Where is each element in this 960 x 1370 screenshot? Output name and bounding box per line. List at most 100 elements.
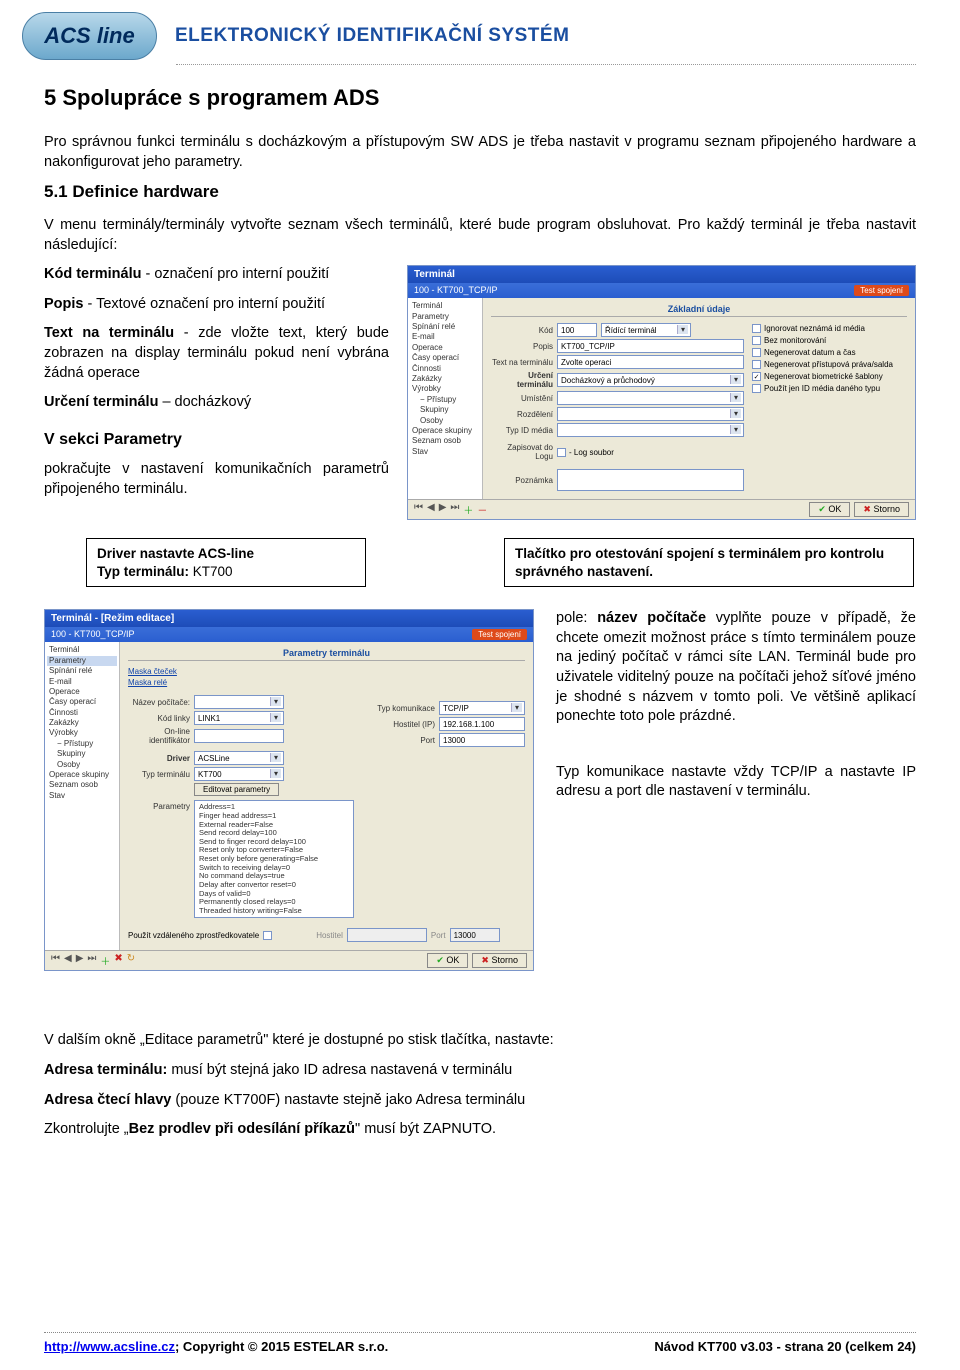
select-typid[interactable]	[557, 423, 744, 437]
checkbox[interactable]	[752, 324, 761, 333]
cancel-button-edit[interactable]: ✖ Storno	[472, 953, 527, 968]
tree-item[interactable]: Operace	[47, 687, 117, 697]
link-maska-rele[interactable]: Maska relé	[128, 678, 355, 687]
lbl-textna: Text na terminálu	[491, 358, 553, 367]
select-urceni[interactable]: Docházkový a průchodový	[557, 373, 744, 387]
tree-item[interactable]: Seznam osob	[410, 436, 480, 446]
nav-prev-icon[interactable]: ◀	[427, 502, 435, 517]
input-port[interactable]: 13000	[439, 733, 525, 747]
tree-item[interactable]: Zakázky	[47, 718, 117, 728]
tree-item[interactable]: Operace	[410, 343, 480, 353]
select-umisteni[interactable]	[557, 391, 744, 405]
nav-first-icon[interactable]: ⏮	[414, 502, 423, 517]
refresh-icon[interactable]: ↻	[127, 953, 135, 968]
tree-item[interactable]: Zakázky	[410, 374, 480, 384]
link-maska-ctecek[interactable]: Maska čteček	[128, 667, 355, 676]
tree-item[interactable]: Operace skupiny	[47, 770, 117, 780]
nav-next-icon[interactable]: ▶	[439, 502, 447, 517]
titlebar-edit[interactable]: Terminál - [Režim editace]	[45, 610, 533, 627]
checkbox-row: Negenerovat datum a čas	[752, 348, 907, 357]
input-popis[interactable]: KT700_TCP/IP	[557, 339, 744, 353]
tree-item[interactable]: Časy operací	[47, 697, 117, 707]
nav-last-icon[interactable]: ⏭	[450, 502, 459, 517]
textarea-parametry[interactable]: Address=1Finger head address=1External r…	[194, 800, 354, 918]
checkbox[interactable]: ✓	[752, 372, 761, 381]
select-kodl[interactable]: LINK1	[194, 711, 284, 725]
select-nazev[interactable]	[194, 695, 284, 709]
input-online[interactable]	[194, 729, 284, 743]
checkbox[interactable]	[752, 336, 761, 345]
tree-item[interactable]: Parametry	[410, 312, 480, 322]
select-rozdeleni[interactable]	[557, 407, 744, 421]
input-kod[interactable]: 100	[557, 323, 597, 337]
tree-item[interactable]: Spínání relé	[47, 666, 117, 676]
checkbox-zpr[interactable]	[263, 931, 272, 940]
tree-item[interactable]: Časy operací	[410, 353, 480, 363]
def-kod-text: - označení pro interní použití	[141, 266, 329, 282]
nav-first-icon[interactable]: ⏮	[51, 953, 60, 968]
tree-item[interactable]: Terminál	[47, 645, 117, 655]
tree-item[interactable]: − Přístupy	[47, 739, 117, 749]
def-textna-label: Text na terminálu	[44, 325, 174, 341]
tree-item[interactable]: Osoby	[47, 760, 117, 770]
add-icon[interactable]: ＋	[100, 953, 110, 968]
lbl-typid: Typ ID média	[491, 426, 553, 435]
tree-item[interactable]: Výrobky	[47, 728, 117, 738]
def-popis: Popis - Textové označení pro interní pou…	[44, 295, 389, 315]
select-driver[interactable]: ACSLine	[194, 751, 284, 765]
callout-name-field: pole: název počítače vyplňte pouze v pří…	[556, 609, 916, 726]
tree-item[interactable]: Činnosti	[47, 708, 117, 718]
tree-item[interactable]: Činnosti	[410, 364, 480, 374]
checkbox[interactable]	[752, 360, 761, 369]
select-typk[interactable]: TCP/IP	[439, 701, 525, 715]
tree-item[interactable]: Osoby	[410, 416, 480, 426]
tree-item[interactable]: E-mail	[410, 332, 480, 342]
lbl-pozn: Poznámka	[491, 476, 553, 485]
tree-item[interactable]: Seznam osob	[47, 780, 117, 790]
tree-item[interactable]: Operace skupiny	[410, 426, 480, 436]
nav-next-icon[interactable]: ▶	[76, 953, 84, 968]
tree-item[interactable]: Skupiny	[47, 749, 117, 759]
bottom-p4: Zkontrolujte „Bez prodlev při odesílání …	[44, 1120, 916, 1140]
panel-params-title: Parametry terminálu	[128, 648, 525, 661]
input-host[interactable]: 192.168.1.100	[439, 717, 525, 731]
input-pozn[interactable]	[557, 469, 744, 491]
sub-titlebar-edit: 100 - KT700_TCP/IP Test spojení	[45, 627, 533, 642]
lbl-port: Port	[365, 736, 435, 745]
add-icon[interactable]: ＋	[463, 502, 473, 517]
edit-params-button[interactable]: Editovat parametry	[194, 783, 279, 796]
checkbox[interactable]	[752, 348, 761, 357]
tree-item[interactable]: − Přístupy	[410, 395, 480, 405]
footer-url[interactable]: http://www.acsline.cz	[44, 1339, 175, 1354]
delete-icon[interactable]: －	[477, 502, 487, 517]
ok-button[interactable]: ✔ OK	[809, 502, 850, 517]
tree-item[interactable]: E-mail	[47, 677, 117, 687]
select-ridici[interactable]: Řídící terminál	[601, 323, 691, 337]
cancel-button[interactable]: ✖ Storno	[854, 502, 909, 517]
tree-item[interactable]: Výrobky	[410, 384, 480, 394]
tree-item[interactable]: Spínání relé	[410, 322, 480, 332]
nav-prev-icon[interactable]: ◀	[64, 953, 72, 968]
tree-item[interactable]: Stav	[47, 791, 117, 801]
tree-item[interactable]: Stav	[410, 447, 480, 457]
titlebar[interactable]: Terminál	[408, 266, 915, 283]
delete-icon[interactable]: ✖	[114, 953, 122, 968]
checkbox-log[interactable]	[557, 448, 566, 457]
checkbox-label: Negenerovat přístupová práva/salda	[764, 360, 893, 369]
tree-item[interactable]: Terminál	[410, 301, 480, 311]
tree-item[interactable]: Parametry	[47, 656, 117, 666]
bottom-p1: V dalším okně „Editace parametrů" které …	[44, 1031, 916, 1051]
test-connection-button-edit[interactable]: Test spojení	[472, 629, 527, 640]
lbl-umisteni: Umístění	[491, 394, 553, 403]
terminal-window: Terminál 100 - KT700_TCP/IP Test spojení…	[407, 265, 916, 520]
nav-last-icon[interactable]: ⏭	[87, 953, 96, 968]
ok-button-edit[interactable]: ✔ OK	[427, 953, 468, 968]
tree-item[interactable]: Skupiny	[410, 405, 480, 415]
input-textna[interactable]: Zvolte operaci	[557, 355, 744, 369]
select-typ[interactable]: KT700	[194, 767, 284, 781]
checkbox[interactable]	[752, 384, 761, 393]
heading-2: 5.1 Definice hardware	[44, 182, 916, 202]
bottom-p2: Adresa terminálu: musí být stejná jako I…	[44, 1061, 916, 1081]
test-connection-button[interactable]: Test spojení	[854, 285, 909, 296]
checkbox-column: Ignorovat neznámá id médiaBez monitorová…	[752, 321, 907, 493]
